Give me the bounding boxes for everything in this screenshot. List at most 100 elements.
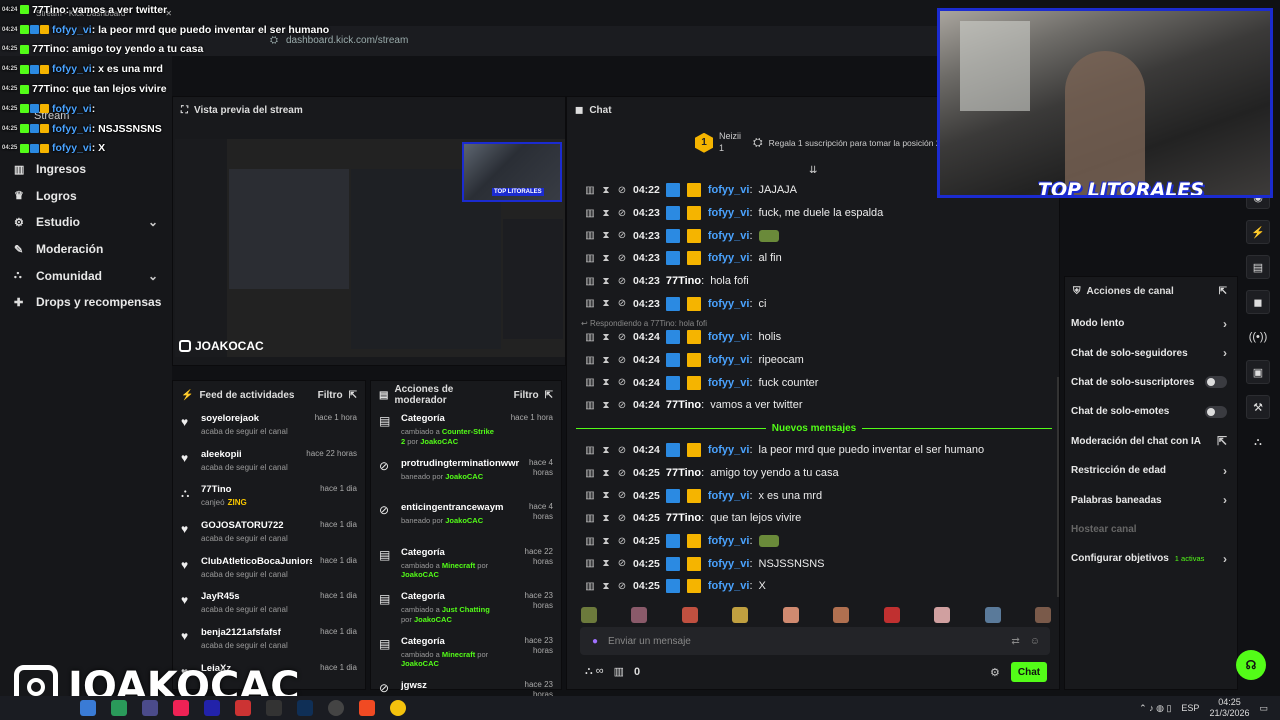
- trash-icon[interactable]: ▥: [585, 185, 595, 196]
- channel-action-item[interactable]: Restricción de edad ›: [1065, 456, 1237, 485]
- top-gifter[interactable]: 1 Neizii 1 ⛭ Regala 1 suscripción para t…: [695, 131, 941, 154]
- chat-message[interactable]: ▥ ⧗ ⊘ 04:23 77Tino: hola fofi: [567, 270, 1057, 293]
- trash-icon[interactable]: ▥: [585, 276, 595, 287]
- timeout-icon[interactable]: ⧗: [601, 400, 611, 411]
- mod-filter-button[interactable]: Filtro: [514, 390, 539, 401]
- ban-icon[interactable]: ⊘: [617, 208, 627, 219]
- start-icon[interactable]: [80, 700, 96, 716]
- chat-user[interactable]: fofyy_vi: [708, 377, 750, 389]
- clock[interactable]: 04:25 21/3/2026: [1209, 697, 1249, 719]
- chat-message[interactable]: ▥ ⧗ ⊘ 04:24 fofyy_vi: holis: [567, 326, 1057, 349]
- ban-icon[interactable]: ⊘: [617, 536, 627, 547]
- chat-user[interactable]: 77Tino: [666, 512, 701, 524]
- chrome-icon[interactable]: [390, 700, 406, 716]
- timeout-icon[interactable]: ⧗: [601, 536, 611, 547]
- chat-user[interactable]: fofyy_vi: [708, 252, 750, 264]
- app-icon[interactable]: [173, 700, 189, 716]
- store-icon[interactable]: ▥: [614, 665, 624, 678]
- timeout-icon[interactable]: ⧗: [601, 208, 611, 219]
- nav-item-estudio[interactable]: ⚙ Estudio ⌄: [0, 209, 172, 236]
- feed-item[interactable]: ♥ ClubAtleticoBocaJuniors acaba de seguir …: [173, 552, 365, 588]
- mod-item[interactable]: ▤ Categoría cambiado a Just Chatting por J…: [371, 587, 561, 632]
- channel-action-item[interactable]: Configurar objetivos 1 activas ›: [1065, 544, 1237, 573]
- group-icon[interactable]: ⛬: [1246, 430, 1270, 454]
- emote-icon[interactable]: [934, 607, 951, 623]
- feed-item[interactable]: ♥ JayR45s acaba de seguir el canal hace 1 d…: [173, 587, 365, 623]
- trash-icon[interactable]: ▥: [585, 377, 595, 388]
- ban-icon[interactable]: ⊘: [617, 400, 627, 411]
- chat-message[interactable]: ▥ ⧗ ⊘ 04:24 fofyy_vi: la peor mrd que puedo i…: [567, 439, 1057, 462]
- ban-icon[interactable]: ⊘: [617, 230, 627, 241]
- bolt-icon[interactable]: ⚡: [1246, 220, 1270, 244]
- emote-icon[interactable]: [631, 607, 648, 623]
- emoji-icon[interactable]: ☺: [1030, 636, 1040, 647]
- channel-action-item[interactable]: Chat de solo-seguidores ›: [1065, 338, 1237, 367]
- ban-icon[interactable]: ⊘: [617, 513, 627, 524]
- toggle-switch[interactable]: [1205, 405, 1227, 418]
- timeout-icon[interactable]: ⧗: [601, 276, 611, 287]
- nav-item-logros[interactable]: ♛ Logros: [0, 183, 172, 210]
- toggle-switch[interactable]: [1205, 376, 1227, 389]
- trash-icon[interactable]: ▥: [585, 208, 595, 219]
- app-icon[interactable]: [111, 700, 127, 716]
- timeout-icon[interactable]: ⧗: [601, 185, 611, 196]
- app-icon[interactable]: [235, 700, 251, 716]
- brave-icon[interactable]: [359, 700, 375, 716]
- emote-icon[interactable]: [581, 607, 597, 623]
- emote-icon[interactable]: [984, 607, 1001, 623]
- language-indicator[interactable]: ESP: [1181, 703, 1199, 713]
- popout-icon[interactable]: ⇱: [545, 390, 553, 401]
- ban-icon[interactable]: ⊘: [617, 253, 627, 264]
- feed-item[interactable]: ⛬ 77Tino canjeó ZING hace 1 dia: [173, 480, 365, 516]
- emote-icon[interactable]: [681, 607, 698, 623]
- chat-message[interactable]: ▥ ⧗ ⊘ 04:23 fofyy_vi: ci: [567, 292, 1057, 315]
- chat-settings-icon[interactable]: ⚙: [990, 666, 1000, 679]
- channel-action-item[interactable]: Modo lento ›: [1065, 309, 1237, 338]
- chat-input[interactable]: ● Enviar un mensaje ⇄ ☺: [580, 627, 1050, 655]
- trash-icon[interactable]: ▥: [585, 558, 595, 569]
- chat-user[interactable]: fofyy_vi: [708, 230, 750, 242]
- chat-user[interactable]: fofyy_vi: [708, 354, 750, 366]
- nav-item-drops-y-recompensas[interactable]: ✚ Drops y recompensas: [0, 289, 172, 316]
- trash-icon[interactable]: ▥: [585, 490, 595, 501]
- feed-item[interactable]: ♥ soyelorejaok acaba de seguir el canal hac…: [173, 409, 365, 445]
- popout-icon[interactable]: ⇱: [1219, 286, 1227, 297]
- ban-icon[interactable]: ⊘: [617, 490, 627, 501]
- chat-message[interactable]: ▥ ⧗ ⊘ 04:23 fofyy_vi: al fin: [567, 247, 1057, 270]
- trash-icon[interactable]: ▥: [585, 332, 595, 343]
- timeout-icon[interactable]: ⧗: [601, 355, 611, 366]
- chat-message[interactable]: ▥ ⧗ ⊘ 04:25 fofyy_vi: X: [567, 575, 1057, 598]
- broadcast-icon[interactable]: ((•)): [1246, 325, 1270, 349]
- emote-icon[interactable]: [1034, 607, 1051, 623]
- ban-icon[interactable]: ⊘: [617, 332, 627, 343]
- ban-icon[interactable]: ⊘: [617, 581, 627, 592]
- trash-icon[interactable]: ▥: [585, 468, 595, 479]
- channel-action-item[interactable]: Moderación del chat con IA ⇱: [1065, 427, 1237, 456]
- chat-message[interactable]: ▥ ⧗ ⊘ 04:24 fofyy_vi: fuck counter: [567, 371, 1057, 394]
- notification-icon[interactable]: ▭: [1259, 703, 1268, 714]
- emote-icon[interactable]: [782, 607, 799, 623]
- doc-icon[interactable]: ▤: [1246, 255, 1270, 279]
- trash-icon[interactable]: ▥: [585, 400, 595, 411]
- timeout-icon[interactable]: ⧗: [601, 377, 611, 388]
- timeout-icon[interactable]: ⧗: [601, 445, 611, 456]
- timeout-icon[interactable]: ⧗: [601, 253, 611, 264]
- card-icon[interactable]: ▣: [1246, 360, 1270, 384]
- timeout-icon[interactable]: ⧗: [601, 332, 611, 343]
- photoshop-icon[interactable]: [297, 700, 313, 716]
- trash-icon[interactable]: ▥: [585, 445, 595, 456]
- trash-icon[interactable]: ▥: [585, 355, 595, 366]
- mod-item[interactable]: ▤ Categoría cambiado a Minecraft por Joako…: [371, 632, 561, 677]
- trash-icon[interactable]: ▥: [585, 230, 595, 241]
- trash-icon[interactable]: ▥: [585, 513, 595, 524]
- ban-icon[interactable]: ⊘: [617, 468, 627, 479]
- chat-icon[interactable]: ◼: [1246, 290, 1270, 314]
- feed-item[interactable]: ♥ aleekopii acaba de seguir el canal hace 2…: [173, 445, 365, 481]
- chat-message[interactable]: ▥ ⧗ ⊘ 04:25 fofyy_vi: NSJSSNSNS: [567, 552, 1057, 575]
- timeout-icon[interactable]: ⧗: [601, 230, 611, 241]
- nav-item-ingresos[interactable]: ▥ Ingresos: [0, 156, 172, 183]
- chat-message[interactable]: ▥ ⧗ ⊘ 04:24 77Tino: vamos a ver twitter: [567, 394, 1057, 417]
- address-bar[interactable]: ⛭ dashboard.kick.com/stream: [270, 31, 870, 49]
- trash-icon[interactable]: ▥: [585, 253, 595, 264]
- popout-icon[interactable]: ⇱: [349, 390, 357, 401]
